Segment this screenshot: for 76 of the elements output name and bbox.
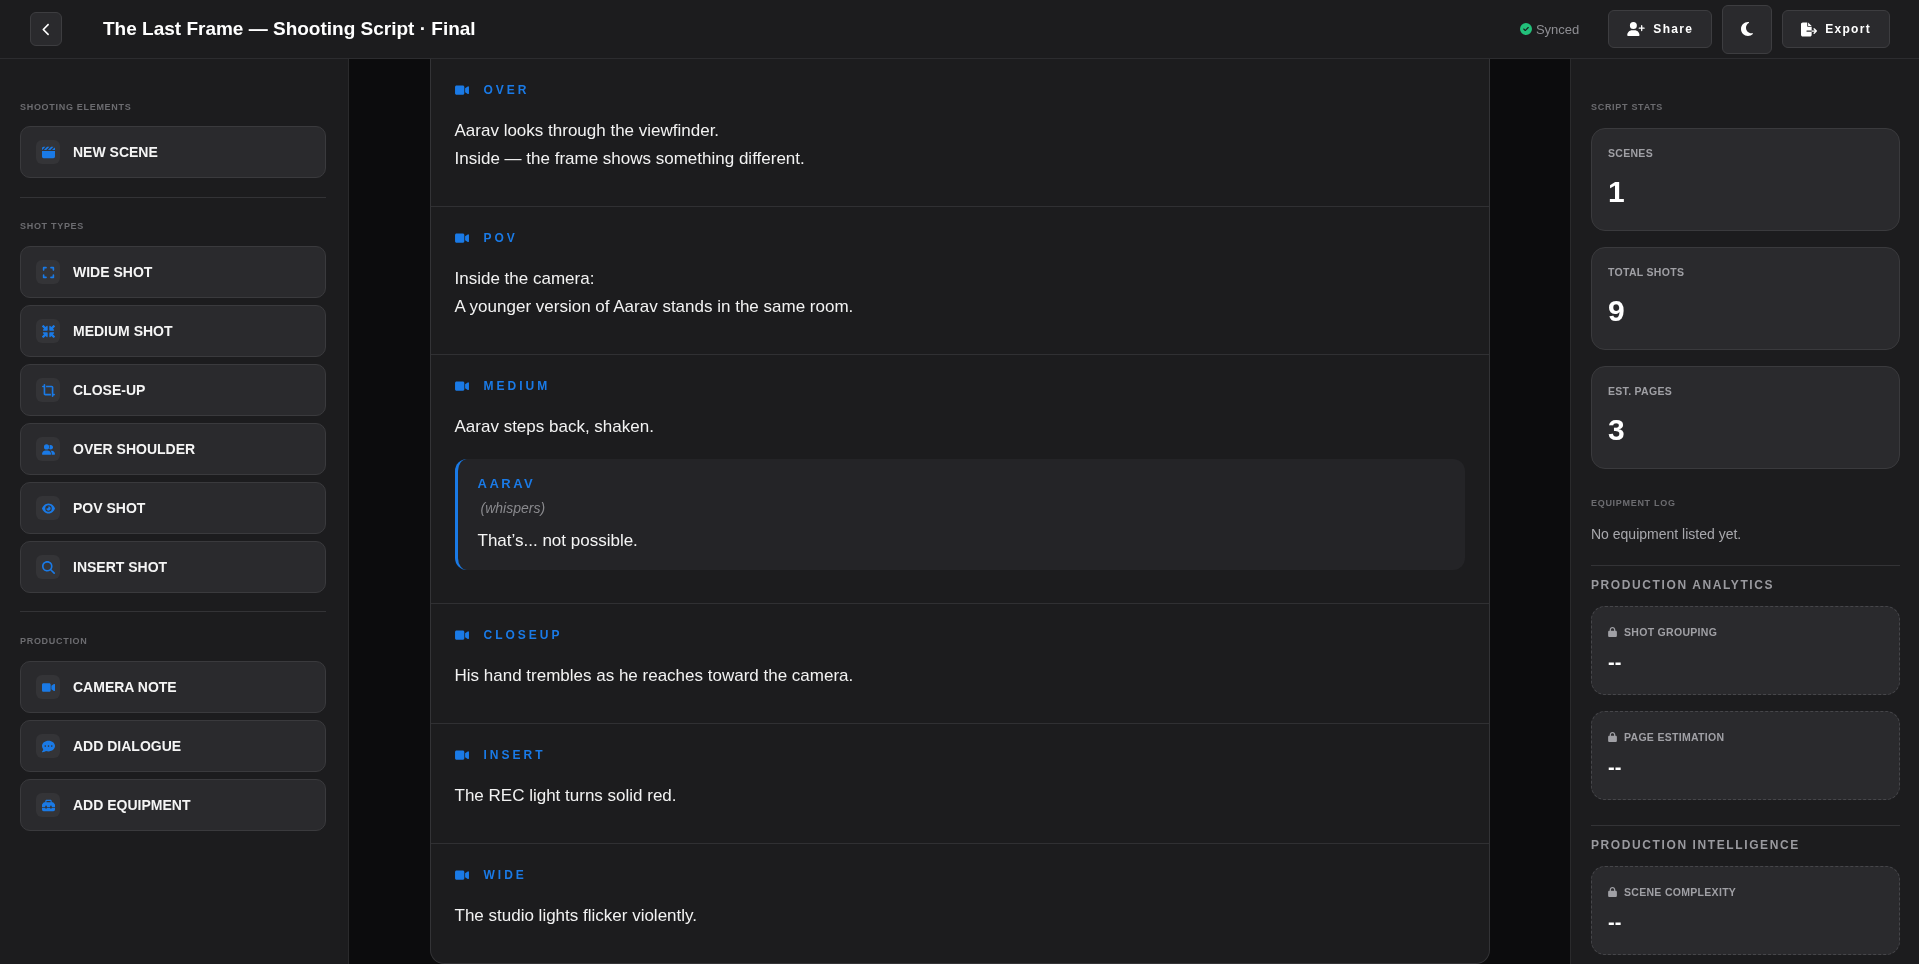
video-camera-icon xyxy=(36,675,60,699)
sidebar-button[interactable]: ADD EQUIPMENT xyxy=(20,779,326,831)
empty-state-text: No equipment listed yet. xyxy=(1591,525,1742,544)
sidebar-button[interactable]: CLOSE-UP xyxy=(20,364,326,416)
shot-label: INSERT xyxy=(483,748,546,762)
back-button[interactable] xyxy=(30,12,62,46)
file-export-icon xyxy=(1801,21,1818,37)
stat-label: SCENES xyxy=(1608,146,1653,160)
compress-arrows-icon xyxy=(36,319,60,343)
card-value: -- xyxy=(1608,755,1622,780)
sidebar-button[interactable]: MEDIUM SHOT xyxy=(20,305,326,357)
action-line: The REC light turns solid red. xyxy=(454,785,677,807)
sidebar-button[interactable]: OVER SHOULDER xyxy=(20,423,326,475)
action-line: Inside the camera: xyxy=(454,268,595,290)
video-camera-icon xyxy=(454,379,469,393)
lock-icon xyxy=(1608,627,1617,637)
crop-icon xyxy=(36,378,60,402)
action-line: His hand trembles as he reaches toward the camera. xyxy=(454,665,854,687)
stat-value: 1 xyxy=(1608,174,1625,210)
section-label: SHOT TYPES xyxy=(20,220,84,232)
video-camera-icon xyxy=(454,628,469,642)
action-line: The studio lights flicker violently. xyxy=(454,905,697,927)
parenthetical: (whispers) xyxy=(479,499,546,518)
chat-bubble-icon xyxy=(36,734,60,758)
stat-value: 3 xyxy=(1608,412,1625,448)
card-value: -- xyxy=(1608,910,1622,935)
card-label: PAGE ESTIMATION xyxy=(1624,731,1725,743)
search-icon xyxy=(36,555,60,579)
shot-label: MEDIUM xyxy=(483,379,551,393)
section-label: PRODUCTION xyxy=(20,635,88,647)
sidebar-button[interactable]: NEW SCENE xyxy=(20,126,326,178)
character-name: AARAV xyxy=(477,476,536,492)
shot-label: CLOSEUP xyxy=(483,628,563,642)
users-icon xyxy=(36,437,60,461)
action-line: Aarav steps back, shaken. xyxy=(454,416,654,438)
video-camera-icon xyxy=(454,231,469,245)
clapperboard-icon xyxy=(36,140,60,164)
sidebar-button[interactable]: WIDE SHOT xyxy=(20,246,326,298)
chevron-left-icon xyxy=(40,22,52,36)
lock-icon xyxy=(1608,887,1617,897)
section-label: SHOOTING ELEMENTS xyxy=(20,101,132,113)
video-camera-icon xyxy=(454,83,469,97)
card-label: SHOT GROUPING xyxy=(1624,626,1718,638)
shot-label: WIDE xyxy=(483,868,527,882)
action-line: Aarav looks through the viewfinder. xyxy=(454,120,720,142)
video-camera-icon xyxy=(454,748,469,762)
sidebar-button[interactable]: ADD DIALOGUE xyxy=(20,720,326,772)
action-line: Inside — the frame shows something different. xyxy=(454,148,805,170)
card-label: SCENE COMPLEXITY xyxy=(1624,886,1737,898)
theme-toggle-button[interactable] xyxy=(1722,4,1773,54)
section-label: SCRIPT STATS xyxy=(1591,101,1664,113)
group-heading: PRODUCTION ANALYTICS xyxy=(1591,577,1775,593)
sidebar-button[interactable]: CAMERA NOTE xyxy=(20,661,326,713)
sidebar-button[interactable]: POV SHOT xyxy=(20,482,326,534)
user-plus-icon xyxy=(1627,22,1646,36)
toolbox-icon xyxy=(36,793,60,817)
stat-label: EST. PAGES xyxy=(1608,384,1673,398)
expand-icon xyxy=(36,260,60,284)
action-line: A younger version of Aarav stands in the same room. xyxy=(454,296,854,318)
sidebar-button[interactable]: INSERT SHOT xyxy=(20,541,326,593)
shot-label: POV xyxy=(483,231,518,245)
video-camera-icon xyxy=(454,868,469,882)
document-title: The Last Frame — Shooting Script · Final xyxy=(103,18,476,40)
share-button[interactable]: Share xyxy=(1608,10,1713,48)
eye-icon xyxy=(36,496,60,520)
export-button[interactable]: Export xyxy=(1782,10,1890,48)
section-label: EQUIPMENT LOG xyxy=(1591,497,1676,509)
dialogue-line: That’s... not possible. xyxy=(477,530,638,552)
stat-value: 9 xyxy=(1608,293,1625,329)
shot-label: OVER xyxy=(483,83,530,97)
stat-label: TOTAL SHOTS xyxy=(1608,265,1685,279)
card-value: -- xyxy=(1608,650,1622,675)
lock-icon xyxy=(1608,732,1617,742)
moon-icon xyxy=(1740,21,1755,37)
sync-status: Synced xyxy=(1535,21,1580,37)
group-heading: PRODUCTION INTELLIGENCE xyxy=(1591,837,1800,853)
